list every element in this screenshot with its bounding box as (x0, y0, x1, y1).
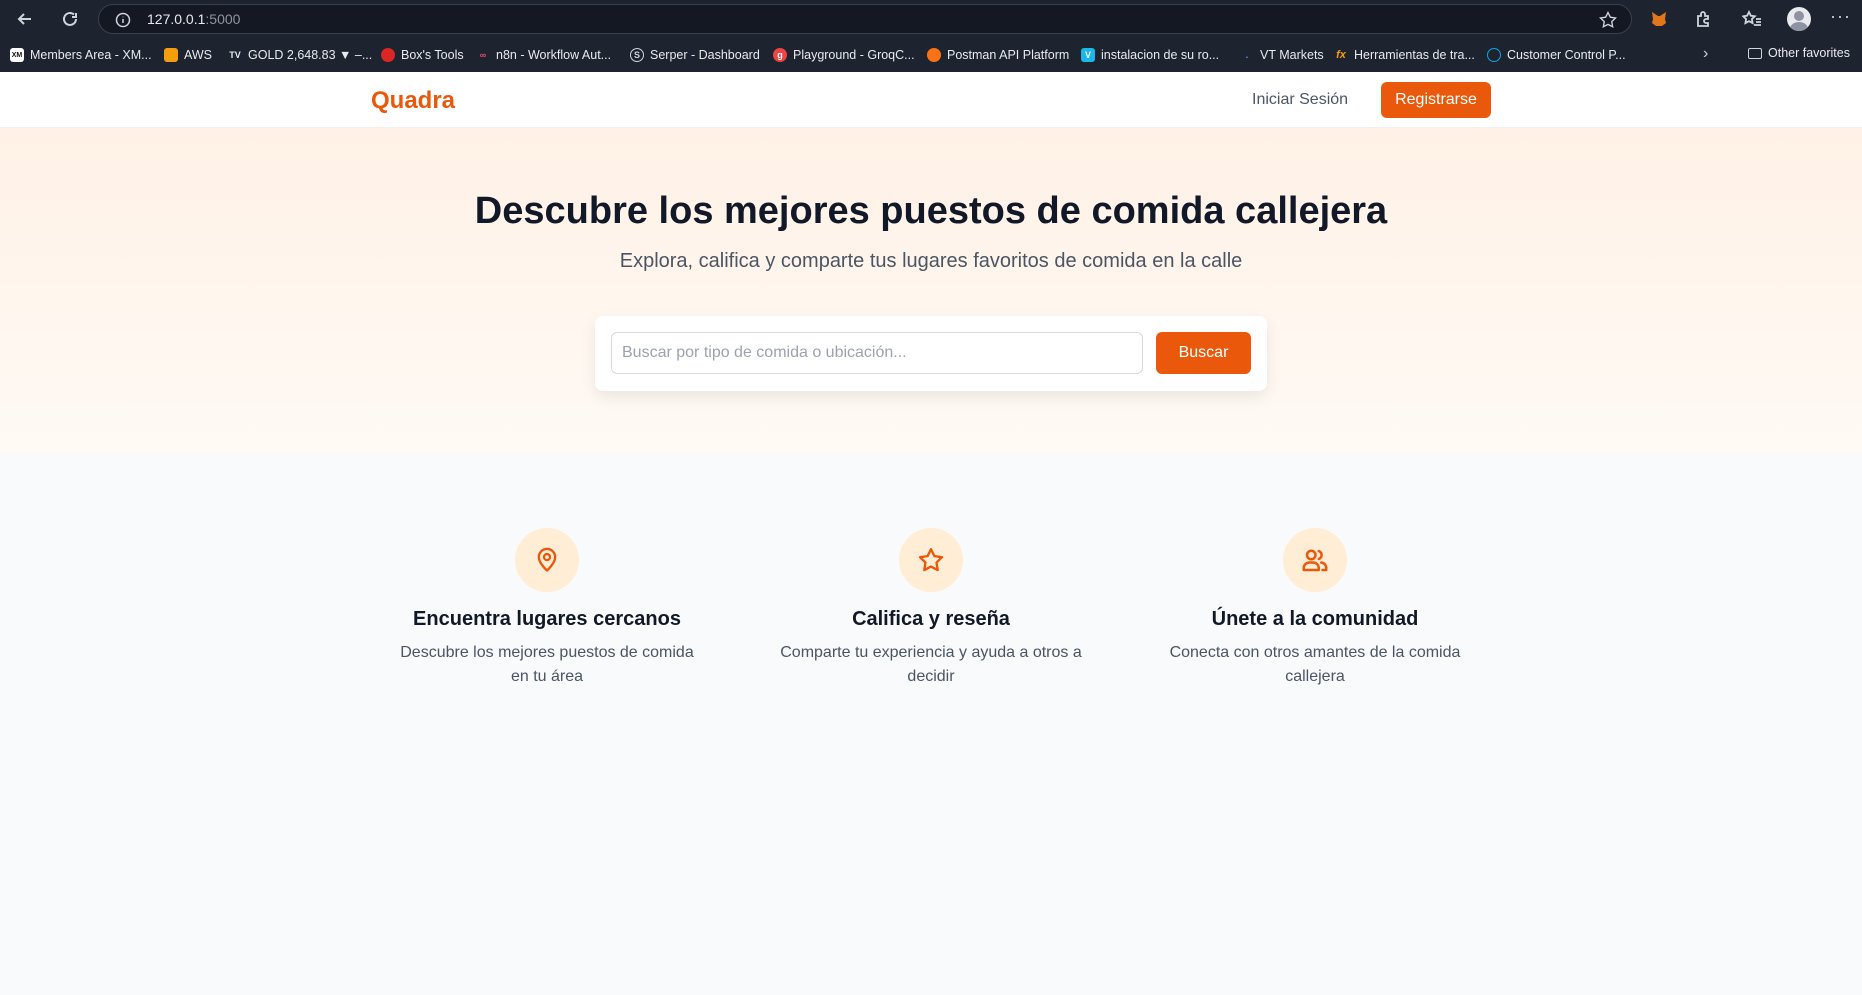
bookmark-item[interactable]: g Playground - GroqC... (773, 46, 915, 64)
fx-icon: fx (1336, 49, 1346, 61)
other-favorites-label: Other favorites (1768, 46, 1850, 60)
feature-title: Califica y reseña (852, 608, 1010, 630)
feature-card: Únete a la comunidad Conecta con otros a… (1155, 528, 1475, 689)
n8n-icon: ∞ (479, 50, 487, 60)
url-text: 127.0.0.1:5000 (147, 11, 240, 27)
reload-button[interactable] (57, 7, 83, 31)
feature-card: Califica y reseña Comparte tu experienci… (771, 528, 1091, 689)
search-card: Buscar (595, 316, 1267, 391)
reload-icon (63, 11, 77, 26)
folder-icon (1748, 47, 1762, 59)
favorite-star-icon[interactable] (1599, 11, 1617, 29)
bookmark-item[interactable]: . VT Markets (1240, 46, 1324, 64)
metamask-extension-icon[interactable] (1648, 8, 1670, 30)
feature-description: Conecta con otros amantes de la comida c… (1169, 644, 1461, 685)
map-pin-icon (537, 547, 557, 572)
feature-icon-circle (899, 528, 963, 592)
cloud-icon (1487, 48, 1501, 62)
vimeo-icon: V (1081, 48, 1095, 62)
hero-subtitle: Explora, califica y comparte tus lugares… (619, 250, 1243, 272)
bookmark-item[interactable]: fx Herramientas de tra... (1334, 46, 1475, 64)
bookmark-label: n8n - Workflow Aut... (496, 48, 612, 62)
back-button[interactable] (12, 7, 38, 31)
postman-icon (927, 48, 941, 62)
bookmark-item[interactable]: Vinstalacion de su ro... (1081, 46, 1219, 64)
bookmark-label: Postman API Platform (947, 48, 1070, 62)
other-favorites[interactable]: Other favorites (1748, 46, 1850, 60)
chevron-right-icon[interactable]: › (1703, 45, 1708, 63)
groq-icon: g (773, 48, 787, 62)
bookmark-label: instalacion de su ro... (1101, 48, 1220, 62)
feature-description: Descubre los mejores puestos de comida e… (400, 644, 694, 685)
globe-icon (381, 48, 395, 62)
bookmark-label: Customer Control P... (1507, 48, 1626, 62)
feature-description: Comparte tu experiencia y ayuda a otros … (780, 644, 1082, 685)
browser-toolbar: 127.0.0.1:5000 ··· (0, 0, 1862, 38)
users-icon (1302, 549, 1328, 572)
feature-card: Encuentra lugares cercanos Descubre los … (387, 528, 707, 689)
arrow-left-icon (17, 13, 31, 25)
login-link[interactable]: Iniciar Sesión (1252, 91, 1348, 109)
fox-icon (1652, 12, 1666, 26)
bookmark-label: Herramientas de tra... (1354, 48, 1475, 62)
search-input[interactable] (611, 332, 1143, 374)
hero-title: Descubre los mejores puestos de comida c… (474, 190, 1388, 232)
bookmark-item[interactable]: Postman API Platform (927, 46, 1069, 64)
puzzle-icon (1697, 11, 1709, 27)
bookmark-item[interactable]: ∞ n8n - Workflow Aut... (476, 46, 611, 64)
bookmark-item[interactable]: S Serper - Dashboard (630, 46, 760, 64)
address-bar[interactable]: 127.0.0.1:5000 (98, 4, 1632, 34)
bookmark-label: VT Markets (1260, 48, 1324, 62)
bookmark-label: Playground - GroqC... (793, 48, 915, 62)
feature-icon-circle (515, 528, 579, 592)
browser-chrome: 127.0.0.1:5000 ··· XM Members Area - XM..… (0, 0, 1862, 72)
bookmark-label: GOLD 2,648.83 ▼ –... (248, 48, 373, 62)
features-section: Encuentra lugares cercanos Descubre los … (0, 454, 1862, 995)
register-button[interactable]: Registrarse (1381, 82, 1491, 118)
bookmarks-bar: XM Members Area - XM... AWS TV GOLD 2,648.… (0, 38, 1862, 72)
bookmark-item[interactable]: Box's Tools (381, 46, 464, 64)
star-icon (918, 548, 944, 572)
bookmark-item[interactable]: XM Members Area - XM... (10, 46, 152, 64)
url-host: 127.0.0.1 (147, 11, 206, 27)
feature-title: Únete a la comunidad (1211, 608, 1419, 630)
site-logo[interactable]: Quadra (371, 87, 455, 115)
favorites-list-icon (1742, 10, 1761, 26)
feature-icon-circle (1283, 528, 1347, 592)
bookmark-favicon: XM (10, 48, 24, 62)
bookmark-item[interactable]: Customer Control P... (1487, 46, 1626, 64)
bookmark-item[interactable]: TV GOLD 2,648.83 ▼ –... (228, 46, 372, 64)
bookmark-label: Serper - Dashboard (650, 48, 760, 62)
search-button[interactable]: Buscar (1156, 332, 1251, 374)
bookmark-label: AWS (184, 48, 213, 62)
bookmark-item[interactable]: AWS (164, 46, 212, 64)
tradingview-icon: TV (229, 50, 241, 60)
bookmark-label: Members Area - XM... (30, 48, 152, 62)
aws-cube-icon (164, 48, 178, 62)
page: Quadra Iniciar Sesión Registrarse Descub… (0, 72, 1862, 995)
url-port: :5000 (205, 11, 241, 27)
site-header: Quadra Iniciar Sesión Registrarse (0, 72, 1862, 128)
vt-markets-icon: . (1245, 50, 1249, 60)
serper-icon: S (630, 48, 644, 62)
info-icon[interactable] (115, 12, 131, 28)
profile-avatar[interactable] (1787, 7, 1811, 31)
extensions-button[interactable] (1692, 8, 1714, 30)
favorites-button[interactable] (1741, 8, 1763, 30)
feature-title: Encuentra lugares cercanos (413, 608, 681, 630)
hero-section: Descubre los mejores puestos de comida c… (0, 128, 1862, 454)
browser-menu-icon[interactable]: ··· (1830, 6, 1851, 27)
bookmark-label: Box's Tools (401, 48, 464, 62)
